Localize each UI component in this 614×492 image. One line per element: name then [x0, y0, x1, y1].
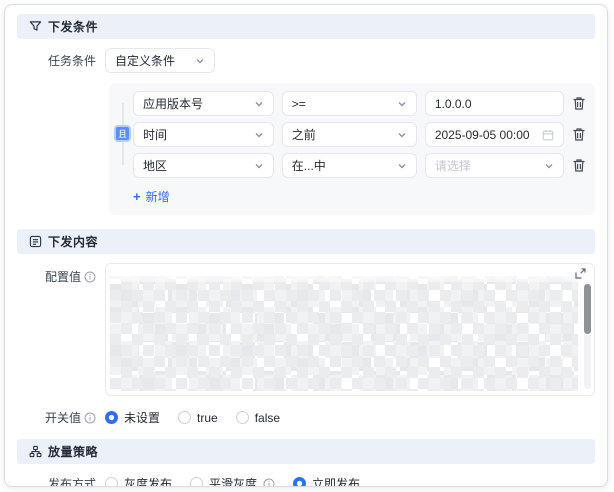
- condition-value-placeholder: 请选择: [435, 157, 471, 174]
- condition-operator-select[interactable]: 在...中: [282, 153, 417, 178]
- trash-icon: [572, 127, 586, 143]
- section-header-conditions: 下发条件: [17, 14, 595, 39]
- chevron-down-icon: [397, 161, 407, 171]
- info-icon[interactable]: [84, 271, 96, 283]
- condition-field-select[interactable]: 时间: [133, 122, 274, 147]
- condition-value-select[interactable]: 请选择: [425, 153, 564, 178]
- radio-smooth-gray[interactable]: 平滑灰度: [190, 475, 275, 487]
- publish-mode-label: 发布方式: [13, 475, 105, 487]
- config-value-label: 配置值: [45, 268, 81, 285]
- add-condition-label: 新增: [146, 188, 170, 205]
- radio-label: 立即发布: [312, 475, 360, 487]
- radio-false[interactable]: false: [236, 411, 280, 425]
- condition-operator-value: >=: [292, 97, 306, 111]
- calendar-icon: [542, 129, 554, 141]
- section-header-strategy: 放量策略: [17, 439, 595, 464]
- section-title-content: 下发内容: [48, 233, 98, 250]
- condition-operator-value: 在...中: [292, 157, 326, 174]
- radio-label: true: [197, 411, 218, 425]
- delete-condition-button[interactable]: [572, 96, 587, 112]
- task-condition-selected-value: 自定义条件: [115, 52, 175, 69]
- config-value-row: 配置值: [13, 263, 599, 396]
- switch-value-radio-group: 未设置 true false: [105, 409, 280, 426]
- chevron-down-icon: [397, 99, 407, 109]
- delete-condition-button[interactable]: [572, 158, 587, 174]
- strategy-icon: [29, 445, 42, 458]
- expand-editor-button[interactable]: [574, 267, 588, 281]
- condition-field-value: 时间: [143, 126, 167, 143]
- publish-config-panel: 下发条件 任务条件 自定义条件 且 应用版本号 >=: [4, 4, 608, 487]
- textarea-scrollbar-thumb[interactable]: [584, 284, 591, 334]
- condition-row: 地区 在...中 请选择: [133, 153, 587, 178]
- radio-gray-release[interactable]: 灰度发布: [105, 475, 172, 487]
- config-value-label-wrap: 配置值: [13, 268, 105, 285]
- chevron-down-icon: [254, 99, 264, 109]
- section-header-content: 下发内容: [17, 229, 595, 254]
- chevron-down-icon: [254, 130, 264, 140]
- expand-icon: [574, 267, 587, 281]
- and-operator-badge[interactable]: 且: [114, 125, 131, 142]
- radio-label: 未设置: [124, 409, 160, 426]
- config-value-textarea[interactable]: [105, 263, 595, 396]
- radio-label: 平滑灰度: [209, 475, 257, 487]
- plus-icon: +: [133, 190, 141, 203]
- info-icon[interactable]: [263, 478, 275, 488]
- delete-condition-button[interactable]: [572, 127, 587, 143]
- radio-dot: [178, 411, 191, 424]
- redacted-fade: [110, 264, 578, 282]
- section-title-conditions: 下发条件: [48, 18, 98, 35]
- task-condition-select[interactable]: 自定义条件: [105, 48, 215, 73]
- radio-dot: [190, 477, 203, 487]
- radio-dot: [236, 411, 249, 424]
- condition-date-input[interactable]: [435, 128, 542, 142]
- chevron-down-icon: [397, 130, 407, 140]
- task-condition-row: 任务条件 自定义条件: [13, 48, 599, 73]
- condition-field-value: 地区: [143, 157, 167, 174]
- content-icon: [29, 235, 42, 248]
- condition-operator-value: 之前: [292, 126, 316, 143]
- radio-label: 灰度发布: [124, 475, 172, 487]
- publish-mode-radio-group: 灰度发布 平滑灰度 立即发布: [105, 475, 360, 487]
- condition-value-input[interactable]: [435, 97, 554, 111]
- radio-dot: [105, 477, 118, 487]
- switch-value-label: 开关值: [45, 409, 81, 426]
- chevron-down-icon: [195, 56, 205, 66]
- trash-icon: [572, 158, 586, 174]
- switch-value-row: 开关值 未设置 true false: [13, 409, 599, 426]
- info-icon[interactable]: [84, 412, 96, 424]
- condition-field-select[interactable]: 应用版本号: [133, 91, 274, 116]
- radio-dot: [293, 477, 306, 487]
- condition-operator-select[interactable]: 之前: [282, 122, 417, 147]
- radio-unset[interactable]: 未设置: [105, 409, 160, 426]
- filter-icon: [29, 20, 42, 33]
- condition-value-input-wrap: [425, 91, 564, 116]
- trash-icon: [572, 96, 586, 112]
- section-title-strategy: 放量策略: [48, 443, 98, 460]
- condition-date-input-wrap: [425, 122, 564, 147]
- switch-value-label-wrap: 开关值: [13, 409, 105, 426]
- condition-field-select[interactable]: 地区: [133, 153, 274, 178]
- radio-immediate-release[interactable]: 立即发布: [293, 475, 360, 487]
- redacted-config-content: [110, 276, 578, 391]
- radio-label: false: [255, 411, 280, 425]
- radio-dot: [105, 411, 118, 424]
- condition-row: 应用版本号 >=: [133, 91, 587, 116]
- chevron-down-icon: [544, 161, 554, 171]
- radio-true[interactable]: true: [178, 411, 218, 425]
- publish-mode-row: 发布方式 灰度发布 平滑灰度 立即发布: [13, 475, 599, 487]
- condition-builder: 且 应用版本号 >=: [109, 83, 595, 215]
- task-condition-label: 任务条件: [13, 52, 105, 69]
- chevron-down-icon: [254, 161, 264, 171]
- condition-field-value: 应用版本号: [143, 95, 203, 112]
- condition-row: 时间 之前: [133, 122, 587, 147]
- add-condition-button[interactable]: + 新增: [133, 188, 170, 205]
- condition-operator-select[interactable]: >=: [282, 91, 417, 116]
